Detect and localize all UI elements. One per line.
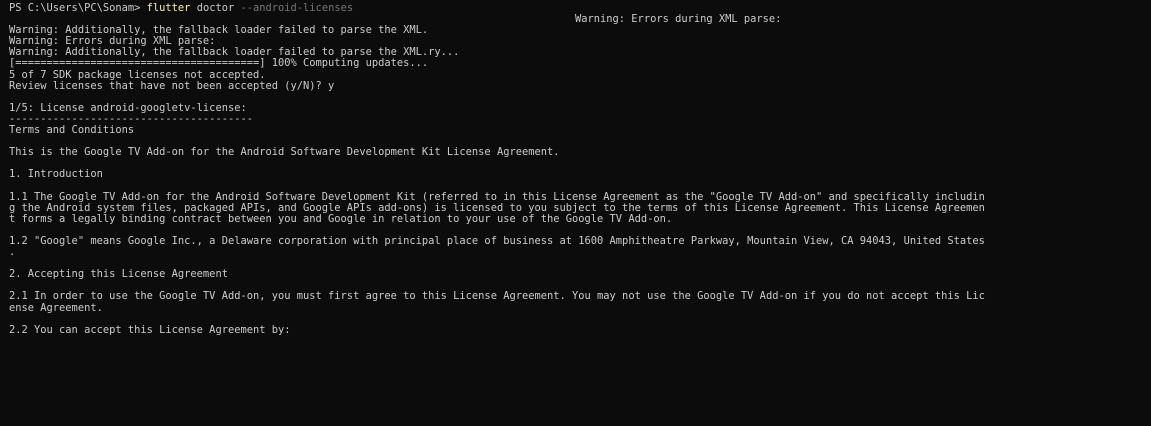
output-line: 2.1 In order to use the Google TV Add-on… — [9, 291, 985, 303]
command-args: doctor — [190, 3, 235, 14]
output-line: Warning: Additionally, the fallback load… — [9, 47, 460, 59]
output-line: 2. Accepting this License Agreement — [9, 269, 228, 281]
output-line: 1.1 The Google TV Add-on for the Android… — [9, 191, 985, 203]
output-line: Review licenses that have not been accep… — [9, 80, 335, 92]
output-line: 5 of 7 SDK package licenses not accepted… — [9, 69, 266, 81]
output-line: Warning: Additionally, the fallback load… — [9, 25, 429, 37]
command-flag: --android-licenses — [234, 3, 354, 14]
output-line: g the Android system files, packaged API… — [9, 202, 985, 214]
indented-warning-line: Warning: Errors during XML parse: — [575, 14, 782, 26]
output-line: 1/5: License android-googletv-license: — [9, 102, 247, 114]
output-line: 2.2 You can accept this License Agreemen… — [9, 324, 291, 336]
output-line: 1.2 "Google" means Google Inc., a Delawa… — [9, 235, 985, 247]
output-line: This is the Google TV Add-on for the And… — [9, 147, 560, 159]
output-line: Terms and Conditions — [9, 125, 135, 137]
output-line: 1. Introduction — [9, 169, 103, 181]
command-line: PS C:\Users\PC\Sonam> flutter doctor --a… — [9, 3, 1151, 14]
output-line: --------------------------------------- — [9, 113, 253, 125]
shell-prompt: PS C:\Users\PC\Sonam> — [9, 3, 147, 14]
output-line: . — [9, 247, 16, 259]
terminal-output: Warning: Additionally, the fallback load… — [9, 25, 1151, 336]
output-line: t forms a legally binding contract betwe… — [9, 213, 673, 225]
terminal-window[interactable]: PS C:\Users\PC\Sonam> flutter doctor --a… — [0, 0, 1151, 426]
output-line: [=======================================… — [9, 58, 429, 70]
command-name: flutter — [146, 3, 191, 14]
output-line: ense Agreement. — [9, 302, 103, 314]
output-line: Warning: Errors during XML parse: — [9, 36, 216, 48]
